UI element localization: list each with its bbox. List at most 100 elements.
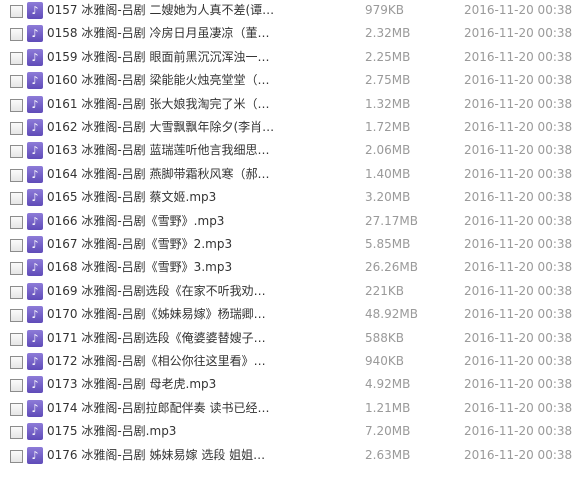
file-row[interactable]: ♪ 0166 冰雅阁-吕剧《雪野》.mp3 27.17MB 2016-11-20 00… bbox=[0, 212, 574, 235]
file-row[interactable]: ♪ 0162 冰雅阁-吕剧 大雪飘飘年除夕(李肖… 1.72MB 2016-11-20… bbox=[0, 118, 574, 141]
file-row[interactable]: ♪ 0175 冰雅阁-吕剧.mp3 7.20MB 2016-11-20 00:38 bbox=[0, 422, 574, 445]
file-checkbox[interactable] bbox=[10, 402, 23, 416]
music-note-icon: ♪ bbox=[27, 236, 43, 253]
file-name[interactable]: 0162 冰雅阁-吕剧 大雪飘飘年除夕(李肖… bbox=[47, 120, 277, 135]
music-note-icon: ♪ bbox=[27, 72, 43, 90]
file-size: 2.32MB bbox=[365, 26, 411, 41]
music-note-icon: ♪ bbox=[27, 306, 43, 324]
file-name[interactable]: 0161 冰雅阁-吕剧 张大娘我淘完了米（… bbox=[47, 97, 277, 112]
file-size: 588KB bbox=[365, 330, 405, 345]
file-date: 2016-11-20 00:38 bbox=[464, 307, 573, 322]
file-date: 2016-11-20 00:38 bbox=[464, 354, 573, 368]
music-note-icon: ♪ bbox=[27, 376, 43, 394]
file-name[interactable]: 0160 冰雅阁-吕剧 梁能能火烛亮堂堂（… bbox=[47, 73, 277, 88]
file-size: 2.75MB bbox=[365, 73, 411, 88]
file-row[interactable]: ♪ 0169 冰雅阁-吕剧选段《在家不听我劝… 221KB 2016-11-20 00… bbox=[0, 282, 574, 305]
file-checkbox[interactable] bbox=[10, 309, 23, 323]
file-date: 2016-11-20 00:38 bbox=[464, 377, 573, 392]
file-row[interactable]: ♪ 0159 冰雅阁-吕剧 眼面前黑沉沉浑浊一… 2.25MB 2016-11-20 … bbox=[0, 48, 574, 71]
file-checkbox[interactable] bbox=[10, 28, 23, 42]
file-size: 2.25MB bbox=[365, 49, 411, 64]
file-checkbox[interactable] bbox=[10, 332, 23, 346]
file-checkbox[interactable] bbox=[10, 215, 23, 229]
file-row[interactable]: ♪ 0172 冰雅阁-吕剧《相公你往这里看》… 940KB 2016-11-20 00… bbox=[0, 352, 574, 375]
music-note-icon: ♪ bbox=[27, 95, 43, 113]
file-name[interactable]: 0166 冰雅阁-吕剧《雪野》.mp3 bbox=[47, 214, 277, 229]
file-checkbox[interactable] bbox=[10, 122, 23, 135]
file-row[interactable]: ♪ 0167 冰雅阁-吕剧《雪野》2.mp3 5.85MB 2016-11-20 00… bbox=[0, 235, 574, 258]
file-checkbox[interactable] bbox=[10, 192, 23, 206]
file-date: 2016-11-20 00:38 bbox=[464, 260, 573, 275]
file-row[interactable]: ♪ 0160 冰雅阁-吕剧 梁能能火烛亮堂堂（… 2.75MB 2016-11-20 … bbox=[0, 71, 574, 94]
file-date: 2016-11-20 00:38 bbox=[464, 237, 573, 251]
music-note-icon: ♪ bbox=[27, 189, 43, 207]
file-size: 7.20MB bbox=[365, 424, 411, 439]
file-name[interactable]: 0170 冰雅阁-吕剧《姊妹易嫁》杨瑞卿… bbox=[47, 307, 277, 322]
file-name[interactable]: 0173 冰雅阁-吕剧 母老虎.mp3 bbox=[47, 377, 277, 392]
file-row[interactable]: ♪ 0176 冰雅阁-吕剧 姊妹易嫁 选段 姐姐… 2.63MB 2016-11-20… bbox=[0, 446, 574, 469]
file-name[interactable]: 0171 冰雅阁-吕剧选段《俺婆婆替嫂子… bbox=[47, 331, 277, 346]
file-date: 2016-11-20 00:38 bbox=[464, 143, 573, 158]
file-name[interactable]: 0168 冰雅阁-吕剧《雪野》3.mp3 bbox=[47, 260, 277, 275]
file-name[interactable]: 0157 冰雅阁-吕剧 二嫂她为人真不差(谭… bbox=[47, 3, 277, 18]
file-size: 2.63MB bbox=[365, 447, 411, 462]
file-row[interactable]: ♪ 0168 冰雅阁-吕剧《雪野》3.mp3 26.26MB 2016-11-20 0… bbox=[0, 258, 574, 281]
file-name[interactable]: 0167 冰雅阁-吕剧《雪野》2.mp3 bbox=[47, 237, 277, 252]
file-name[interactable]: 0164 冰雅阁-吕剧 燕脚带霜秋风寒（郝… bbox=[47, 167, 277, 182]
music-note-icon: ♪ bbox=[27, 48, 43, 66]
file-checkbox[interactable] bbox=[10, 168, 23, 182]
file-name[interactable]: 0163 冰雅阁-吕剧 蓝瑞莲听他言我细思… bbox=[47, 143, 277, 158]
music-note-icon: ♪ bbox=[27, 142, 43, 160]
file-date: 2016-11-20 00:38 bbox=[464, 283, 573, 298]
file-date: 2016-11-20 00:38 bbox=[464, 120, 573, 134]
file-checkbox[interactable] bbox=[10, 51, 23, 65]
file-row[interactable]: ♪ 0173 冰雅阁-吕剧 母老虎.mp3 4.92MB 2016-11-20 00:… bbox=[0, 375, 574, 398]
file-row[interactable]: ♪ 0174 冰雅阁-吕剧拉郎配伴奏 读书已经… 1.21MB 2016-11-20 … bbox=[0, 399, 574, 422]
file-checkbox[interactable] bbox=[10, 285, 23, 299]
file-size: 2.06MB bbox=[365, 143, 411, 158]
file-date: 2016-11-20 00:38 bbox=[464, 400, 573, 415]
file-checkbox[interactable] bbox=[10, 75, 23, 89]
file-name[interactable]: 0158 冰雅阁-吕剧 冷房日月虽凄凉（董… bbox=[47, 26, 277, 41]
file-checkbox[interactable] bbox=[10, 426, 23, 440]
file-checkbox[interactable] bbox=[10, 356, 23, 369]
file-checkbox[interactable] bbox=[10, 262, 23, 276]
file-checkbox[interactable] bbox=[10, 98, 23, 112]
file-row[interactable]: ♪ 0170 冰雅阁-吕剧《姊妹易嫁》杨瑞卿… 48.92MB 2016-11-20 … bbox=[0, 305, 574, 328]
file-name[interactable]: 0165 冰雅阁-吕剧 蔡文姬.mp3 bbox=[47, 190, 277, 205]
music-note-icon: ♪ bbox=[27, 329, 43, 347]
file-date: 2016-11-20 00:38 bbox=[464, 96, 573, 111]
file-date: 2016-11-20 00:38 bbox=[464, 26, 573, 41]
file-size: 48.92MB bbox=[365, 307, 418, 322]
file-size: 221KB bbox=[365, 283, 405, 298]
file-checkbox[interactable] bbox=[10, 379, 23, 393]
file-date: 2016-11-20 00:38 bbox=[464, 49, 573, 64]
file-row[interactable]: ♪ 0163 冰雅阁-吕剧 蓝瑞莲听他言我细思… 2.06MB 2016-11-20 … bbox=[0, 141, 574, 164]
file-row[interactable]: ♪ 0158 冰雅阁-吕剧 冷房日月虽凄凉（董… 2.32MB 2016-11-20 … bbox=[0, 24, 574, 47]
file-row[interactable]: ♪ 0171 冰雅阁-吕剧选段《俺婆婆替嫂子… 588KB 2016-11-20 00… bbox=[0, 329, 574, 352]
music-note-icon: ♪ bbox=[27, 423, 43, 441]
file-name[interactable]: 0176 冰雅阁-吕剧 姊妹易嫁 选段 姐姐… bbox=[47, 448, 277, 463]
file-name[interactable]: 0174 冰雅阁-吕剧拉郎配伴奏 读书已经… bbox=[47, 401, 277, 416]
file-name[interactable]: 0175 冰雅阁-吕剧.mp3 bbox=[47, 424, 277, 439]
file-date: 2016-11-20 00:38 bbox=[464, 190, 573, 205]
file-date: 2016-11-20 00:38 bbox=[464, 330, 573, 345]
file-row[interactable]: ♪ 0164 冰雅阁-吕剧 燕脚带霜秋风寒（郝… 1.40MB 2016-11-20 … bbox=[0, 165, 574, 188]
file-size: 26.26MB bbox=[365, 260, 418, 275]
music-note-icon: ♪ bbox=[27, 212, 43, 230]
file-checkbox[interactable] bbox=[10, 449, 23, 463]
file-name[interactable]: 0169 冰雅阁-吕剧选段《在家不听我劝… bbox=[47, 284, 277, 299]
file-size: 979KB bbox=[365, 3, 405, 17]
file-row[interactable]: ♪ 0161 冰雅阁-吕剧 张大娘我淘完了米（… 1.32MB 2016-11-20 … bbox=[0, 95, 574, 118]
file-name[interactable]: 0172 冰雅阁-吕剧《相公你往这里看》… bbox=[47, 354, 277, 369]
music-note-icon: ♪ bbox=[27, 282, 43, 300]
file-checkbox[interactable] bbox=[10, 145, 23, 159]
music-note-icon: ♪ bbox=[27, 2, 43, 19]
file-size: 940KB bbox=[365, 354, 405, 368]
file-checkbox[interactable] bbox=[10, 5, 23, 18]
file-name[interactable]: 0159 冰雅阁-吕剧 眼面前黑沉沉浑浊一… bbox=[47, 50, 277, 65]
file-checkbox[interactable] bbox=[10, 239, 23, 252]
file-row[interactable]: ♪ 0157 冰雅阁-吕剧 二嫂她为人真不差(谭… 979KB 2016-11-20 … bbox=[0, 1, 574, 24]
file-row[interactable]: ♪ 0165 冰雅阁-吕剧 蔡文姬.mp3 3.20MB 2016-11-20 00:… bbox=[0, 188, 574, 211]
music-note-icon: ♪ bbox=[27, 259, 43, 277]
